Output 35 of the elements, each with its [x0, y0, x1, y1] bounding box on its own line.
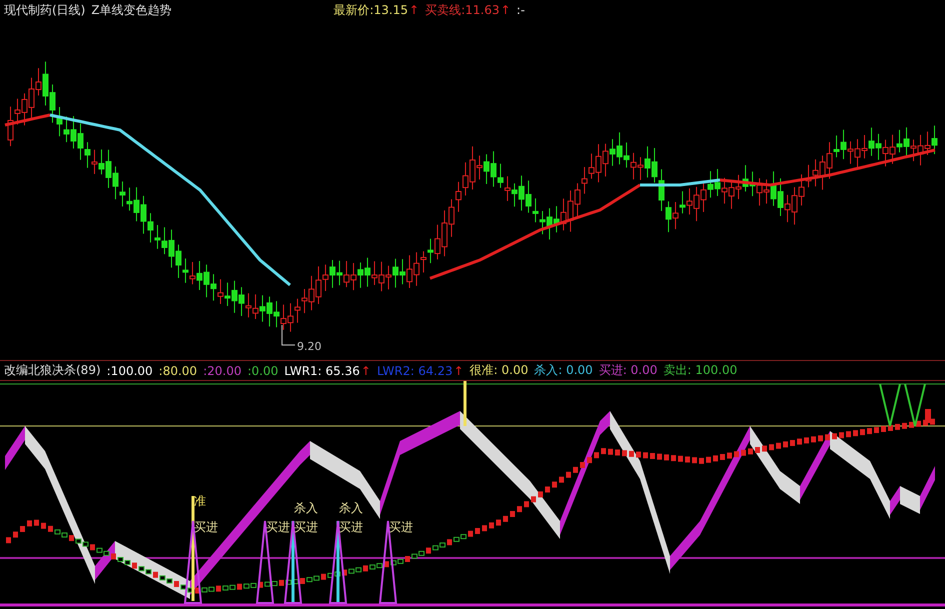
indicator-name: 改编北狼决杀(89): [4, 362, 101, 379]
level-value: :20.00: [203, 364, 242, 378]
signal-label: 准: [194, 494, 206, 508]
signal-spike: [879, 384, 901, 427]
arrow-icon: ↑: [360, 364, 371, 378]
arrow-icon: ↑: [454, 364, 464, 378]
arrow-icon: ↑: [500, 3, 511, 17]
quote-readout: 买卖线:11.63: [425, 2, 500, 18]
signal-spike: [904, 384, 926, 427]
level-value: :100.00: [106, 364, 153, 378]
indicator-readout: 卖出: 100.00: [663, 362, 738, 379]
level-value: :0.00: [247, 364, 278, 378]
signal-label: 买进: [194, 520, 218, 534]
signal-label: 杀入: [339, 501, 363, 515]
leader-line: [282, 324, 296, 346]
signal-spike: [464, 381, 466, 426]
signal-label: 买进: [294, 520, 318, 534]
signal-label: 杀入: [294, 501, 318, 515]
signal-label: 买进: [266, 520, 290, 534]
stock-title: 现代制药(日线): [4, 2, 86, 18]
signal-label: 买进: [339, 520, 363, 534]
indicator-readout: LWR2: 64.23: [376, 364, 453, 378]
quote-readout: :-: [516, 3, 525, 17]
indicator-readout: 杀入: 0.00: [534, 362, 593, 379]
signal-bar: [925, 409, 931, 423]
oscillator-band-segment: [5, 426, 25, 470]
signal-label: 买进: [389, 520, 413, 534]
indicator-name: Z单线变色趋势: [91, 2, 172, 18]
arrow-icon: ↑: [409, 3, 420, 17]
level-value: :80.00: [158, 364, 198, 378]
indicator-readout: 买进: 0.00: [598, 362, 658, 379]
quote-readout: 最新价:13.15: [334, 2, 408, 18]
indicator-readout: LWR1: 65.36: [284, 364, 360, 378]
low-price-label: 9.20: [297, 340, 322, 353]
indicator-readout: 很准: 0.00: [470, 362, 528, 379]
